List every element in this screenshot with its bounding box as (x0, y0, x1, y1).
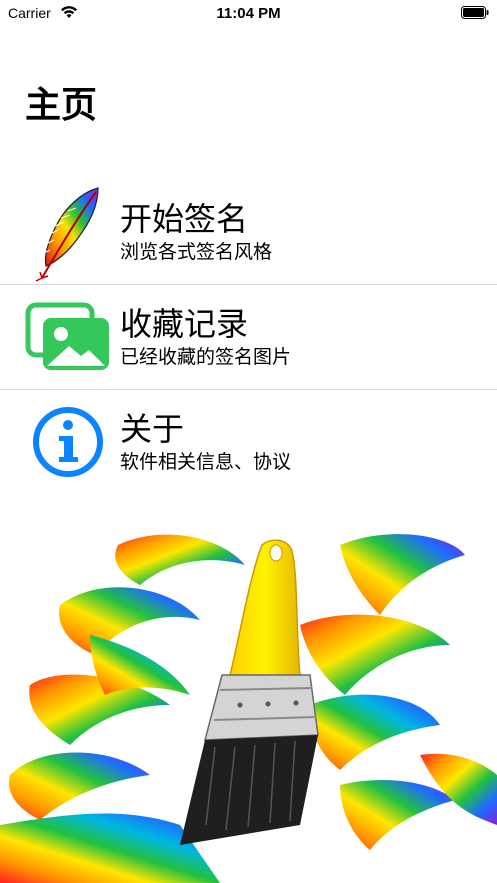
status-bar: Carrier 11:04 PM (0, 0, 497, 28)
menu-item-start-signature[interactable]: 开始签名 浏览各式签名风格 (0, 180, 497, 284)
menu-item-title: 关于 (120, 410, 185, 448)
battery-icon (461, 6, 489, 19)
status-time: 11:04 PM (216, 5, 281, 22)
rainbow-feather-icon (24, 180, 112, 284)
menu-item-title: 开始签名 (120, 200, 249, 238)
info-circle-icon (24, 390, 112, 494)
menu-item-subtitle: 软件相关信息、协议 (120, 451, 292, 473)
menu-item-subtitle: 已经收藏的签名图片 (120, 346, 292, 368)
menu-item-subtitle: 浏览各式签名风格 (120, 241, 273, 263)
menu-list: 开始签名 浏览各式签名风格 收藏记录 已经收藏的签名图片 关于 软件相关信息、协… (0, 180, 497, 494)
photo-gallery-icon (24, 285, 112, 389)
page-title: 主页 (25, 85, 98, 126)
menu-item-about[interactable]: 关于 软件相关信息、协议 (0, 390, 497, 494)
menu-item-title: 收藏记录 (120, 305, 249, 343)
paintbrush-illustration (0, 534, 497, 883)
menu-item-favorites[interactable]: 收藏记录 已经收藏的签名图片 (0, 285, 497, 389)
